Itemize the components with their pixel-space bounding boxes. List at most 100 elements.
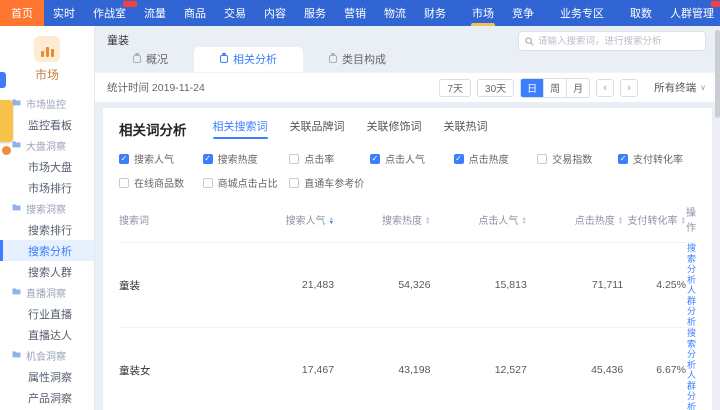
cell-keyword[interactable]: 童装女 [119,328,238,410]
metric-checkbox-交易指数[interactable]: 交易指数 [537,151,618,166]
tab-相关分析[interactable]: 相关分析 [194,47,303,72]
float-badge-blue[interactable] [0,72,6,88]
tab-label: 概况 [146,51,168,67]
sidebar-item-市场排行[interactable]: 市场排行 [0,177,94,198]
granularity-周[interactable]: 周 [543,79,566,97]
sidebar-item-属性洞察[interactable]: 属性洞察 [0,366,94,387]
panel-title: 相关词分析 [119,119,187,139]
scrollbar-track[interactable] [715,26,720,410]
prev-page-button[interactable]: ‹ [596,79,614,97]
sidebar-item-直播达人[interactable]: 直播达人 [0,324,94,345]
search-analysis-link[interactable]: 搜索分析 [686,243,696,285]
column-header-搜索热度[interactable]: 搜索热度▲▼ [334,200,430,243]
table-header-row: 搜索词搜索人气▲▼搜索热度▲▼点击人气▲▼点击热度▲▼支付转化率▲▼操作 [119,200,696,243]
column-header-支付转化率[interactable]: 支付转化率▲▼ [623,200,686,243]
column-header-点击热度[interactable]: 点击热度▲▼ [527,200,623,243]
sort-desc-icon: ▼ [521,221,526,225]
nav-item-作战室[interactable]: 作战室 [84,0,135,26]
nav-item-市场[interactable]: 市场 [463,0,503,26]
panel-tab-关联修饰词[interactable]: 关联修饰词 [367,118,422,139]
range-button-30天[interactable]: 30天 [477,79,514,97]
metric-checkbox-支付转化率[interactable]: ✓支付转化率 [618,151,696,166]
granularity-segment: 日周月 [520,78,590,98]
tab-概况[interactable]: 概况 [107,47,194,72]
metric-checkbox-点击人气[interactable]: ✓点击人气 [370,151,454,166]
float-badge-orange-dot[interactable] [2,146,11,155]
crowd-analysis-link[interactable]: 人群分析 [686,285,696,327]
sidebar-item-搜索人群[interactable]: 搜索人群 [0,261,94,282]
cell-pay_conversion: 6.67% [623,328,686,410]
terminal-filter-dropdown[interactable]: 所有终端 ∨ [654,80,706,95]
crowd-analysis-link[interactable]: 人群分析 [686,370,696,410]
column-header-操作: 操作 [686,200,696,243]
table-row: 童装21,48354,32615,81371,7114.25%搜索分析人群分析 [119,243,696,328]
sort-carets-icon[interactable]: ▲▼ [618,217,623,225]
sidebar-section-label: 机会洞察 [26,348,66,363]
nav-item-交易[interactable]: 交易 [215,0,255,26]
sidebar-section-直播洞察[interactable]: 直播洞察 [0,282,94,303]
sidebar-section-市场监控[interactable]: 市场监控 [0,93,94,114]
metric-label: 支付转化率 [633,151,683,166]
sidebar-item-搜索分析[interactable]: 搜索分析 [0,240,94,261]
sidebar-item-产品洞察[interactable]: 产品洞察 [0,387,94,408]
nav-item-物流[interactable]: 物流 [375,0,415,26]
scrollbar-thumb[interactable] [715,30,720,118]
chevron-down-icon: ∨ [700,83,706,92]
nav-item-服务[interactable]: 服务 [295,0,335,26]
panel-head: 相关词分析 相关搜索词 关联品牌词 关联修饰词 关联热词 [119,118,696,139]
sort-carets-icon[interactable]: ▲▼ [329,217,334,225]
sidebar-section-机会洞察[interactable]: 机会洞察 [0,345,94,366]
nav-item-竞争[interactable]: 竞争 [503,0,543,26]
metric-checkbox-搜索人气[interactable]: ✓搜索人气 [119,151,203,166]
metric-checkbox-点击率[interactable]: 点击率 [289,151,370,166]
cell-keyword[interactable]: 童装 [119,243,238,328]
sidebar-section-label: 大盘洞察 [26,138,66,153]
metric-checkbox-直通车参考价[interactable]: 直通车参考价 [289,175,370,190]
granularity-月[interactable]: 月 [566,79,589,97]
nav-item-内容[interactable]: 内容 [255,0,295,26]
nav-item-首页[interactable]: 首页 [0,0,44,26]
metric-checkbox-搜索热度[interactable]: ✓搜索热度 [203,151,290,166]
sidebar-item-行业直播[interactable]: 行业直播 [0,303,94,324]
nav-item-人群管理[interactable]: 人群管理 [661,0,720,26]
sidebar-section-大盘洞察[interactable]: 大盘洞察 [0,135,94,156]
sort-carets-icon[interactable]: ▲▼ [521,217,526,225]
panel-tab-关联热词[interactable]: 关联热词 [444,118,488,139]
market-module-icon [34,36,60,62]
header-tabs: 概况 相关分析类目构成 [107,47,412,72]
nav-item-营销[interactable]: 营销 [335,0,375,26]
float-badge-yellow[interactable] [0,100,13,142]
nav-item-财务[interactable]: 财务 [415,0,455,26]
range-button-7天[interactable]: 7天 [439,79,471,97]
search-input[interactable] [538,36,699,47]
nav-item-取数[interactable]: 取数 [621,0,661,26]
search-analysis-link[interactable]: 搜索分析 [686,328,696,370]
metric-checkbox-商城点击占比[interactable]: 商城点击占比 [203,175,290,190]
checkbox-icon: ✓ [119,154,129,164]
sidebar-item-监控看板[interactable]: 监控看板 [0,114,94,135]
nav-item-流量[interactable]: 流量 [135,0,175,26]
checkbox-icon [289,178,299,188]
cell-search_popularity: 17,467 [238,328,334,410]
metric-checkbox-在线商品数[interactable]: 在线商品数 [119,175,203,190]
column-header-搜索人气[interactable]: 搜索人气▲▼ [238,200,334,243]
sort-carets-icon[interactable]: ▲▼ [425,217,430,225]
next-page-button[interactable]: › [620,79,638,97]
sidebar-section-搜索洞察[interactable]: 搜索洞察 [0,198,94,219]
folder-icon [12,350,21,361]
sidebar-item-搜索排行[interactable]: 搜索排行 [0,219,94,240]
nav-item-业务专区[interactable]: 业务专区 [551,0,613,26]
sidebar-item-市场大盘[interactable]: 市场大盘 [0,156,94,177]
metric-checkbox-点击热度[interactable]: ✓点击热度 [454,151,538,166]
column-header-点击人气[interactable]: 点击人气▲▼ [430,200,526,243]
tab-类目构成[interactable]: 类目构成 [303,47,412,72]
cell-click_popularity: 15,813 [430,243,526,328]
sidebar-module: 市场 [0,26,94,91]
nav-item-实时[interactable]: 实时 [44,0,84,26]
cell-pay_conversion: 4.25% [623,243,686,328]
cell-search_heat: 54,326 [334,243,430,328]
panel-tab-关联品牌词[interactable]: 关联品牌词 [290,118,345,139]
panel-tab-相关搜索词[interactable]: 相关搜索词 [213,118,268,139]
granularity-日[interactable]: 日 [521,79,543,97]
nav-item-商品[interactable]: 商品 [175,0,215,26]
